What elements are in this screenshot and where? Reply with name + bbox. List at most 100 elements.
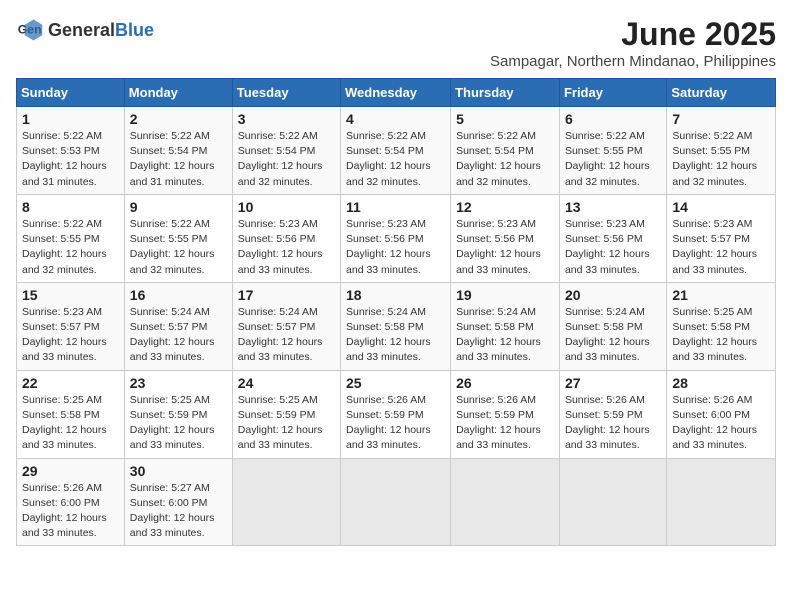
calendar-cell: 2 Sunrise: 5:22 AM Sunset: 5:54 PM Daylig… xyxy=(124,107,232,195)
day-number: 29 xyxy=(22,463,119,479)
header: Gen GeneralBlue June 2025 Sampagar, Nort… xyxy=(16,16,776,70)
day-info: Sunrise: 5:22 AM Sunset: 5:54 PM Dayligh… xyxy=(238,129,335,190)
day-info: Sunrise: 5:23 AM Sunset: 5:57 PM Dayligh… xyxy=(672,217,770,278)
calendar-cell: 26 Sunrise: 5:26 AM Sunset: 5:59 PM Dayli… xyxy=(451,370,560,458)
day-info: Sunrise: 5:26 AM Sunset: 6:00 PM Dayligh… xyxy=(672,393,770,454)
logo: Gen GeneralBlue xyxy=(16,16,154,44)
day-number: 8 xyxy=(22,199,119,215)
logo-blue: Blue xyxy=(115,20,154,40)
calendar-cell: 24Sunrise: 5:25 AM Sunset: 5:59 PM Dayli… xyxy=(232,370,340,458)
day-info: Sunrise: 5:24 AM Sunset: 5:58 PM Dayligh… xyxy=(456,305,554,366)
calendar-cell: 19 Sunrise: 5:24 AM Sunset: 5:58 PM Dayli… xyxy=(451,282,560,370)
day-number: 11 xyxy=(346,199,445,215)
calendar-cell: 27 Sunrise: 5:26 AM Sunset: 5:59 PM Dayli… xyxy=(559,370,666,458)
day-number: 15 xyxy=(22,287,119,303)
day-number: 26 xyxy=(456,375,554,391)
calendar-cell: 12 Sunrise: 5:23 AM Sunset: 5:56 PM Dayli… xyxy=(451,194,560,282)
day-number: 23 xyxy=(130,375,227,391)
day-info: Sunrise: 5:22 AM Sunset: 5:53 PM Dayligh… xyxy=(22,129,119,190)
calendar-week-4: 22 Sunrise: 5:25 AM Sunset: 5:58 PM Dayli… xyxy=(17,370,776,458)
calendar-cell xyxy=(667,458,776,546)
calendar-cell: 13 Sunrise: 5:23 AM Sunset: 5:56 PM Dayli… xyxy=(559,194,666,282)
subtitle: Sampagar, Northern Mindanao, Philippines xyxy=(490,53,776,70)
weekday-header-tuesday: Tuesday xyxy=(232,79,340,107)
day-info: Sunrise: 5:26 AM Sunset: 5:59 PM Dayligh… xyxy=(346,393,445,454)
day-info: Sunrise: 5:22 AM Sunset: 5:54 PM Dayligh… xyxy=(346,129,445,190)
title-block: June 2025 Sampagar, Northern Mindanao, P… xyxy=(490,16,776,70)
day-number: 14 xyxy=(672,199,770,215)
calendar-cell: 7 Sunrise: 5:22 AM Sunset: 5:55 PM Daylig… xyxy=(667,107,776,195)
day-info: Sunrise: 5:23 AM Sunset: 5:56 PM Dayligh… xyxy=(456,217,554,278)
weekday-header-monday: Monday xyxy=(124,79,232,107)
day-number: 12 xyxy=(456,199,554,215)
calendar-cell xyxy=(341,458,451,546)
day-number: 1 xyxy=(22,111,119,127)
day-info: Sunrise: 5:25 AM Sunset: 5:58 PM Dayligh… xyxy=(672,305,770,366)
day-number: 2 xyxy=(130,111,227,127)
day-info: Sunrise: 5:23 AM Sunset: 5:56 PM Dayligh… xyxy=(238,217,335,278)
day-info: Sunrise: 5:25 AM Sunset: 5:59 PM Dayligh… xyxy=(130,393,227,454)
day-number: 17 xyxy=(238,287,335,303)
calendar-cell: 6 Sunrise: 5:22 AM Sunset: 5:55 PM Daylig… xyxy=(559,107,666,195)
day-number: 7 xyxy=(672,111,770,127)
day-info: Sunrise: 5:26 AM Sunset: 6:00 PM Dayligh… xyxy=(22,481,119,542)
calendar-cell: 28 Sunrise: 5:26 AM Sunset: 6:00 PM Dayli… xyxy=(667,370,776,458)
logo-icon: Gen xyxy=(16,16,44,44)
day-info: Sunrise: 5:22 AM Sunset: 5:54 PM Dayligh… xyxy=(130,129,227,190)
day-number: 5 xyxy=(456,111,554,127)
day-info: Sunrise: 5:22 AM Sunset: 5:54 PM Dayligh… xyxy=(456,129,554,190)
calendar-week-5: 29 Sunrise: 5:26 AM Sunset: 6:00 PM Dayli… xyxy=(17,458,776,546)
calendar-cell: 22 Sunrise: 5:25 AM Sunset: 5:58 PM Dayli… xyxy=(17,370,125,458)
calendar-cell: 9 Sunrise: 5:22 AM Sunset: 5:55 PM Daylig… xyxy=(124,194,232,282)
day-info: Sunrise: 5:25 AM Sunset: 5:58 PM Dayligh… xyxy=(22,393,119,454)
day-number: 24 xyxy=(238,375,335,391)
day-info: Sunrise: 5:22 AM Sunset: 5:55 PM Dayligh… xyxy=(565,129,661,190)
day-info: Sunrise: 5:23 AM Sunset: 5:57 PM Dayligh… xyxy=(22,305,119,366)
calendar-cell xyxy=(232,458,340,546)
day-number: 20 xyxy=(565,287,661,303)
day-info: Sunrise: 5:24 AM Sunset: 5:57 PM Dayligh… xyxy=(238,305,335,366)
calendar-cell: 1 Sunrise: 5:22 AM Sunset: 5:53 PM Daylig… xyxy=(17,107,125,195)
day-info: Sunrise: 5:24 AM Sunset: 5:57 PM Dayligh… xyxy=(130,305,227,366)
calendar-week-2: 8 Sunrise: 5:22 AM Sunset: 5:55 PM Daylig… xyxy=(17,194,776,282)
day-number: 13 xyxy=(565,199,661,215)
day-number: 19 xyxy=(456,287,554,303)
calendar-week-3: 15 Sunrise: 5:23 AM Sunset: 5:57 PM Dayli… xyxy=(17,282,776,370)
day-number: 6 xyxy=(565,111,661,127)
calendar-cell: 29 Sunrise: 5:26 AM Sunset: 6:00 PM Dayli… xyxy=(17,458,125,546)
day-number: 21 xyxy=(672,287,770,303)
day-info: Sunrise: 5:26 AM Sunset: 5:59 PM Dayligh… xyxy=(565,393,661,454)
calendar-cell: 20Sunrise: 5:24 AM Sunset: 5:58 PM Dayli… xyxy=(559,282,666,370)
calendar-cell: 5 Sunrise: 5:22 AM Sunset: 5:54 PM Daylig… xyxy=(451,107,560,195)
day-number: 30 xyxy=(130,463,227,479)
day-number: 28 xyxy=(672,375,770,391)
calendar-cell: 25 Sunrise: 5:26 AM Sunset: 5:59 PM Dayli… xyxy=(341,370,451,458)
day-number: 16 xyxy=(130,287,227,303)
day-info: Sunrise: 5:23 AM Sunset: 5:56 PM Dayligh… xyxy=(346,217,445,278)
weekday-header-friday: Friday xyxy=(559,79,666,107)
calendar-cell: 23 Sunrise: 5:25 AM Sunset: 5:59 PM Dayli… xyxy=(124,370,232,458)
day-info: Sunrise: 5:22 AM Sunset: 5:55 PM Dayligh… xyxy=(130,217,227,278)
calendar-cell: 3Sunrise: 5:22 AM Sunset: 5:54 PM Daylig… xyxy=(232,107,340,195)
day-info: Sunrise: 5:22 AM Sunset: 5:55 PM Dayligh… xyxy=(672,129,770,190)
day-info: Sunrise: 5:23 AM Sunset: 5:56 PM Dayligh… xyxy=(565,217,661,278)
calendar-cell xyxy=(559,458,666,546)
calendar-cell xyxy=(451,458,560,546)
day-number: 27 xyxy=(565,375,661,391)
day-info: Sunrise: 5:27 AM Sunset: 6:00 PM Dayligh… xyxy=(130,481,227,542)
main-title: June 2025 xyxy=(490,16,776,53)
day-number: 22 xyxy=(22,375,119,391)
calendar-cell: 11 Sunrise: 5:23 AM Sunset: 5:56 PM Dayli… xyxy=(341,194,451,282)
weekday-header-saturday: Saturday xyxy=(667,79,776,107)
calendar-cell: 14 Sunrise: 5:23 AM Sunset: 5:57 PM Dayli… xyxy=(667,194,776,282)
day-number: 4 xyxy=(346,111,445,127)
day-info: Sunrise: 5:26 AM Sunset: 5:59 PM Dayligh… xyxy=(456,393,554,454)
calendar-cell: 21 Sunrise: 5:25 AM Sunset: 5:58 PM Dayli… xyxy=(667,282,776,370)
calendar-cell: 15 Sunrise: 5:23 AM Sunset: 5:57 PM Dayli… xyxy=(17,282,125,370)
calendar-cell: 17 Sunrise: 5:24 AM Sunset: 5:57 PM Dayli… xyxy=(232,282,340,370)
day-info: Sunrise: 5:24 AM Sunset: 5:58 PM Dayligh… xyxy=(346,305,445,366)
day-number: 25 xyxy=(346,375,445,391)
day-number: 9 xyxy=(130,199,227,215)
day-number: 18 xyxy=(346,287,445,303)
calendar-week-1: 1 Sunrise: 5:22 AM Sunset: 5:53 PM Daylig… xyxy=(17,107,776,195)
